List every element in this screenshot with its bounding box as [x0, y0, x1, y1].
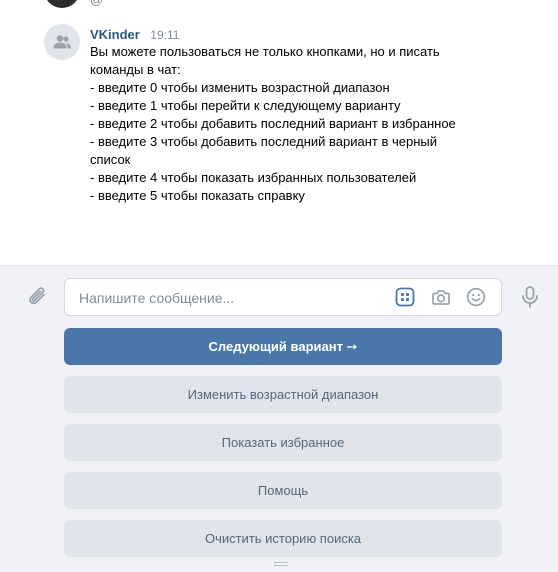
previous-message-text-remnant: @ [90, 0, 103, 7]
attach-button[interactable] [25, 284, 51, 310]
bot-keyboard-icon[interactable] [395, 287, 415, 307]
camera-icon[interactable] [431, 287, 451, 307]
next-variant-button[interactable]: Следующий вариант ➙ [64, 328, 502, 365]
message-line: - введите 4 чтобы показать избранных пол… [90, 170, 417, 185]
message-line: - введите 5 чтобы показать справку [90, 188, 305, 203]
message-line: - введите 0 чтобы изменить возрастной ди… [90, 80, 390, 95]
message-input-box [64, 278, 502, 316]
change-age-range-button[interactable]: Изменить возрастной диапазон [64, 376, 502, 413]
message-line: - введите 3 чтобы добавить последний вар… [90, 134, 437, 149]
previous-avatar [44, 0, 80, 8]
paperclip-icon [29, 287, 45, 305]
message-author[interactable]: VKinder [90, 27, 140, 42]
clear-search-history-button[interactable]: Очистить историю поиска [64, 520, 502, 557]
message-time[interactable]: 19:11 [150, 28, 179, 42]
smile-icon[interactable] [466, 287, 486, 307]
resize-handle-line [274, 562, 288, 563]
previous-message-remnant: @ [0, 0, 558, 10]
message-line: команды в чат: [90, 62, 181, 77]
message-header: VKinder 19:11 [90, 26, 179, 44]
message-line: список [90, 152, 131, 167]
message-line: Вы можете пользоваться не только кнопкам… [90, 44, 440, 59]
message-input[interactable] [77, 287, 381, 309]
resize-handle-line [274, 565, 288, 566]
microphone-icon [522, 286, 538, 308]
resize-handle[interactable] [274, 562, 288, 568]
group-avatar-icon [53, 35, 71, 49]
voice-message-button[interactable] [518, 284, 542, 310]
avatar[interactable] [44, 24, 80, 60]
message-body: Вы можете пользоваться не только кнопкам… [90, 43, 510, 205]
show-favorites-button[interactable]: Показать избранное [64, 424, 502, 461]
message-line: - введите 1 чтобы перейти к следующему в… [90, 98, 401, 113]
help-button[interactable]: Помощь [64, 472, 502, 509]
message-line: - введите 2 чтобы добавить последний вар… [90, 116, 456, 131]
